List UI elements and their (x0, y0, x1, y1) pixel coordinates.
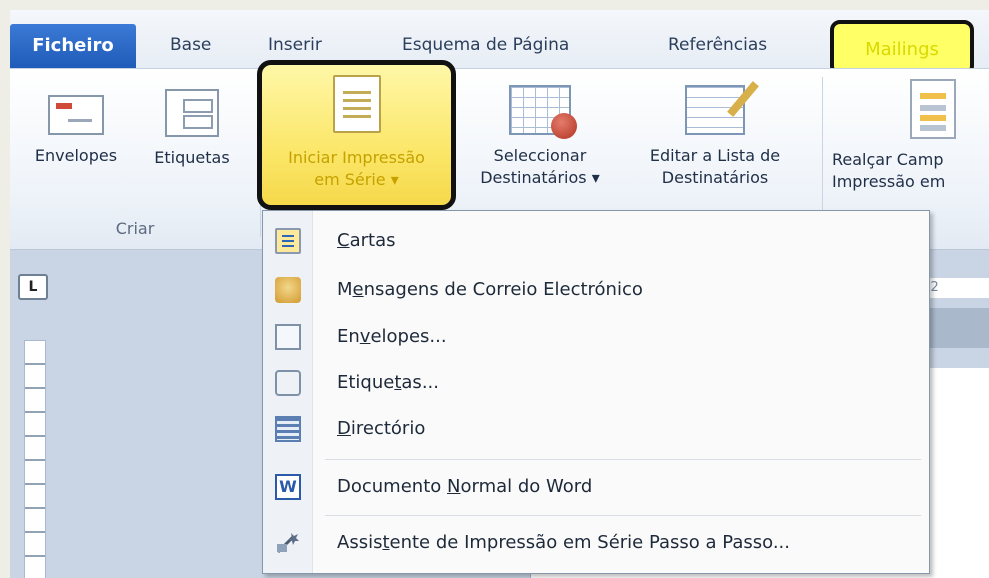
tab-references[interactable]: Referências (668, 28, 767, 62)
envelopes-label: Envelopes (34, 146, 118, 165)
menu-item-normal-word-document[interactable]: W Documento Normal do Word (263, 465, 929, 509)
mail-merge-document-icon (332, 75, 381, 133)
menu-item-mail-merge-wizard[interactable]: Assistente de Impressão em Série Passo a… (263, 521, 929, 565)
wizard-icon (275, 530, 301, 556)
tab-base[interactable]: Base (170, 28, 211, 62)
menu-item-directory[interactable]: Directório (263, 407, 929, 451)
tab-stop-selector[interactable]: L (18, 274, 48, 300)
select-recipients-button[interactable]: Seleccionar Destinatários ▾ (470, 79, 610, 189)
directory-icon (275, 416, 301, 442)
labels-label: Etiquetas (154, 148, 230, 167)
start-merge-label-1: Iniciar Impressão (288, 148, 425, 167)
menu-item-email-messages[interactable]: Mensagens de Correio Electrónico (263, 268, 929, 312)
menu-item-label: Mensagens de Correio Electrónico (337, 279, 643, 300)
highlight-fields-icon (910, 79, 956, 139)
edit-list-label-1: Editar a Lista de (649, 146, 781, 165)
envelope-icon (275, 324, 301, 350)
menu-item-label: Documento Normal do Word (337, 476, 593, 497)
tab-insert[interactable]: Inserir (268, 28, 322, 62)
start-merge-label-2: em Série ▾ (314, 170, 399, 189)
edit-list-icon (685, 85, 745, 135)
edit-recipient-list-button[interactable]: Editar a Lista de Destinatários (640, 79, 790, 189)
menu-item-label: Assistente de Impressão em Série Passo a… (337, 532, 790, 553)
ruler-margin (926, 308, 989, 348)
menu-item-label: Cartas (337, 230, 396, 251)
select-recipients-label-1: Seleccionar (493, 146, 587, 165)
word-icon: W (275, 474, 301, 500)
menu-separator (325, 459, 921, 460)
group-create-label: Criar (115, 219, 155, 238)
menu-separator (325, 515, 921, 516)
labels-button[interactable]: Etiquetas (136, 79, 248, 169)
recipients-icon (509, 85, 577, 139)
ribbon-tab-strip: Ficheiro Base Inserir Esquema de Página … (10, 10, 989, 76)
highlight-merge-fields-button[interactable]: Realçar Camp Impressão em (832, 79, 982, 193)
menu-item-letters[interactable]: Cartas (263, 219, 929, 263)
letter-document-icon (275, 228, 301, 254)
envelope-icon (48, 95, 104, 135)
start-mail-merge-button[interactable]: Iniciar Impressão em Série ▾ (257, 60, 456, 210)
menu-item-labels[interactable]: Etiquetas... (263, 361, 929, 405)
menu-item-label: Etiquetas... (337, 372, 439, 393)
envelopes-button[interactable]: Envelopes (18, 79, 134, 167)
tab-page-layout[interactable]: Esquema de Página (402, 28, 569, 62)
highlight-label-1: Realçar Camp (832, 150, 944, 169)
labels-icon (165, 89, 219, 137)
select-recipients-label-2: Destinatários ▾ (480, 168, 600, 187)
vertical-ruler (24, 340, 46, 578)
email-icon (275, 277, 301, 303)
labels-icon (275, 370, 301, 396)
tab-file[interactable]: Ficheiro (10, 24, 136, 68)
edit-list-label-2: Destinatários (661, 168, 769, 187)
menu-item-label: Envelopes... (337, 326, 447, 347)
start-mail-merge-menu: Cartas Mensagens de Correio Electrónico … (262, 210, 930, 574)
menu-item-envelopes[interactable]: Envelopes... (263, 315, 929, 359)
highlight-label-2: Impressão em (832, 172, 946, 191)
menu-item-label: Directório (337, 418, 426, 439)
